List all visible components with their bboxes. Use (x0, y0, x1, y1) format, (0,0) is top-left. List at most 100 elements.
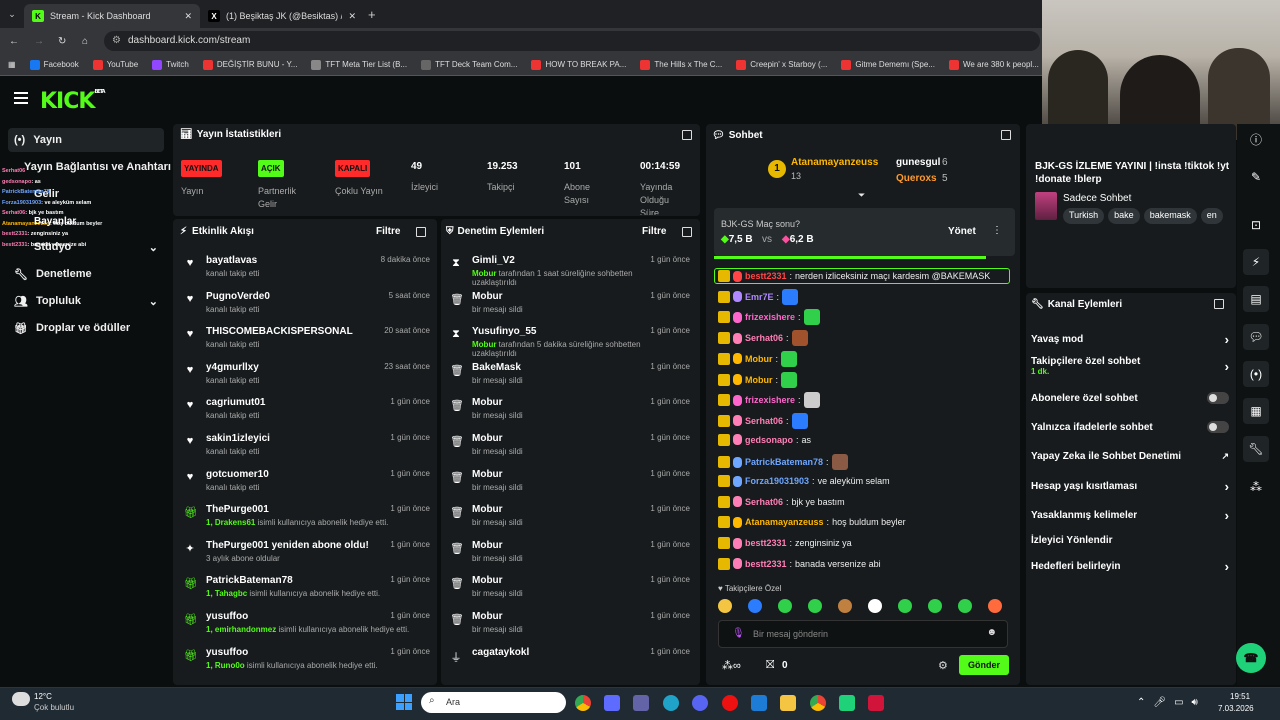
channel-action-row[interactable]: İzleyici Yönlendir (1031, 530, 1229, 550)
close-tab-icon[interactable]: ✕ (348, 11, 356, 22)
activity-name[interactable]: cagriumut01 (206, 397, 265, 408)
activity-name[interactable]: yusuffoo (206, 647, 248, 658)
activity-row[interactable]: ♥ cagriumut01 kanalı takip etti 1 gün önce (184, 397, 432, 431)
moderation-name[interactable]: Mobur (472, 291, 503, 302)
menu-icon[interactable] (14, 92, 28, 104)
activity-row[interactable]: ♥ PugnoVerde0 kanalı takip etti 5 saat önce (184, 291, 432, 325)
bookmark[interactable]: YouTube (92, 59, 138, 70)
sidebar-item-denetleme[interactable]: 🔧︎ Denetleme (8, 262, 164, 286)
toggle-switch[interactable] (1207, 392, 1229, 404)
chat-username[interactable]: Serhat06 (745, 497, 783, 507)
chat-message[interactable]: Forza19031903: ve aleyküm selam (718, 475, 890, 487)
moderation-filter-button[interactable]: Filtre (642, 226, 666, 237)
activity-row[interactable]: ♥ bayatlavas kanalı takip etti 8 dakika önc… (184, 255, 432, 289)
chat-message[interactable]: Serhat06: bjk ye bastım (718, 495, 845, 508)
emote-icon[interactable] (928, 599, 942, 613)
media-player-icon[interactable] (868, 695, 884, 711)
emote-icon[interactable] (718, 599, 732, 613)
stats-icon[interactable]: ▦ (1243, 398, 1269, 424)
chat-username[interactable]: bestt2331 (745, 271, 787, 281)
moderation-row[interactable]: 🗑︎ Mobur bir mesajı sildi 1 gün önce (450, 397, 692, 431)
weather-temp[interactable]: 12°C (34, 692, 52, 701)
chat-message[interactable]: Atanamayanzeuss: hoş buldum beyler (718, 516, 906, 529)
reload-icon[interactable]: ↻ (58, 36, 66, 47)
bookmark[interactable]: We are 380 k peopl... (948, 59, 1039, 70)
chat-username[interactable]: Forza19031903 (745, 476, 809, 486)
clock-time[interactable]: 19:51 (1230, 692, 1250, 701)
chat-username[interactable]: frizexishere (745, 312, 795, 322)
bookmark[interactable]: DEĞİŞTİR BUNU - Y... (202, 59, 297, 70)
activity-name[interactable]: PugnoVerde0 (206, 291, 270, 302)
moderation-name[interactable]: Mobur (472, 397, 503, 408)
new-tab-button[interactable]: + (368, 7, 376, 22)
app-icon[interactable] (839, 695, 855, 711)
discord-icon[interactable] (692, 695, 708, 711)
emote-icon[interactable] (778, 599, 792, 613)
bolt-icon[interactable]: ⚡︎ (1243, 249, 1269, 275)
gifter-name[interactable]: gunesgul (896, 157, 940, 168)
channel-action-row[interactable]: Takipçilere özel sohbet 1 dk. › (1031, 356, 1229, 376)
emoji-icon[interactable]: ☻ (986, 627, 997, 638)
channel-action-row[interactable]: Yavaş mod › (1031, 329, 1229, 349)
bookmark[interactable]: Twitch (152, 59, 189, 70)
activity-row[interactable]: ♥ y4gmurllxy kanalı takip etti 23 saat önce (184, 362, 432, 396)
popout-icon[interactable] (416, 227, 426, 237)
activity-name[interactable]: yusuffoo (206, 611, 248, 622)
emote-icon[interactable] (988, 599, 1002, 613)
chat-message[interactable]: Serhat06: (718, 412, 808, 429)
start-button[interactable] (396, 694, 412, 710)
browser-tab-x[interactable]: X (1) Beşiktaş JK (@Besiktas) / X ✕ (200, 4, 364, 28)
chat-username[interactable]: Emr7E (745, 292, 774, 302)
popout-icon[interactable] (1214, 299, 1224, 309)
document-icon[interactable]: ▤ (1243, 286, 1269, 312)
moderation-row[interactable]: 🗑︎ Mobur bir mesajı sildi 1 gün önce (450, 469, 692, 503)
chat-message[interactable]: bestt2331: banada versenize abi (718, 557, 881, 570)
chat-username[interactable]: Serhat06 (745, 416, 783, 426)
moderation-row[interactable]: ⧗ Yusufinyo_55 Mobur tarafından 5 dakika s… (450, 326, 692, 360)
bookmark[interactable]: TFT Meta Tier List (B... (311, 59, 407, 70)
activity-name[interactable]: ThePurge001 yeniden abone oldu! (206, 540, 369, 551)
emote-icon[interactable] (748, 599, 762, 613)
sidebar-item-droplar[interactable]: 🎁︎ Droplar ve ödüller (8, 316, 164, 340)
support-button[interactable]: ☎ (1236, 643, 1266, 673)
moderation-name[interactable]: Gimli_V2 (472, 255, 515, 266)
home-icon[interactable]: ⌂ (82, 36, 88, 47)
chat-username[interactable]: frizexishere (745, 395, 795, 405)
bookmark[interactable]: Gitme Dememı (Spe... (841, 59, 935, 70)
send-button[interactable]: Gönder (959, 655, 1009, 675)
capture-icon[interactable]: ⊡ (1243, 212, 1269, 238)
gifter-name[interactable]: Queroxs (896, 173, 937, 184)
moderation-row[interactable]: 🗑︎ Mobur bir mesajı sildi 1 gün önce (450, 575, 692, 609)
category-name[interactable]: Sadece Sohbet (1063, 193, 1131, 204)
chat-message[interactable]: PatrickBateman78: (718, 454, 848, 471)
activity-name[interactable]: ThePurge001 (206, 504, 269, 515)
chat-username[interactable]: bestt2331 (745, 559, 787, 569)
tab-list-button[interactable]: ⌄ (0, 9, 24, 20)
chat-message[interactable]: Emr7E: (718, 288, 799, 305)
activity-filter-button[interactable]: Filtre (376, 226, 400, 237)
chat-username[interactable]: Serhat06 (745, 333, 783, 343)
emote-icon[interactable] (868, 599, 882, 613)
bookmark[interactable]: Facebook (29, 59, 79, 70)
chat-username[interactable]: Mobur (745, 375, 773, 385)
tag[interactable]: Turkish (1063, 208, 1105, 224)
apps-icon[interactable]: ⁂ (1243, 474, 1269, 500)
moderation-row[interactable]: 🗑︎ Mobur bir mesajı sildi 1 gün önce (450, 291, 692, 325)
activity-row[interactable]: ♥ gotcuomer10 kanalı takip etti 1 gün önce (184, 469, 432, 503)
channel-action-row[interactable]: Yalnızca ifadelerle sohbet (1031, 417, 1229, 437)
bookmark[interactable]: TFT Deck Team Com... (421, 59, 517, 70)
channel-action-row[interactable]: Hedefleri belirleyin › (1031, 556, 1229, 576)
moderation-name[interactable]: BakeMask (472, 362, 521, 373)
emote-icon[interactable] (808, 599, 822, 613)
chat-icon[interactable]: 💬︎ (1243, 324, 1269, 350)
info-icon[interactable]: ⓘ (1243, 126, 1269, 152)
bookmark[interactable]: The Hills x The C... (640, 59, 722, 70)
forward-icon[interactable]: → (34, 36, 44, 47)
activity-row[interactable]: ♥ sakin1izleyici kanalı takip etti 1 gün ön… (184, 433, 432, 467)
bookmark[interactable]: Creepin' x Starboy (... (736, 59, 827, 70)
activity-name[interactable]: THISCOMEBACKISPERSONAL (206, 326, 353, 337)
broadcast-icon[interactable]: (•) (1243, 361, 1269, 387)
moderation-row[interactable]: 🗑︎ Mobur bir mesajı sildi 1 gün önce (450, 504, 692, 538)
moderation-name[interactable]: Mobur (472, 575, 503, 586)
toggle-switch[interactable] (1207, 421, 1229, 433)
